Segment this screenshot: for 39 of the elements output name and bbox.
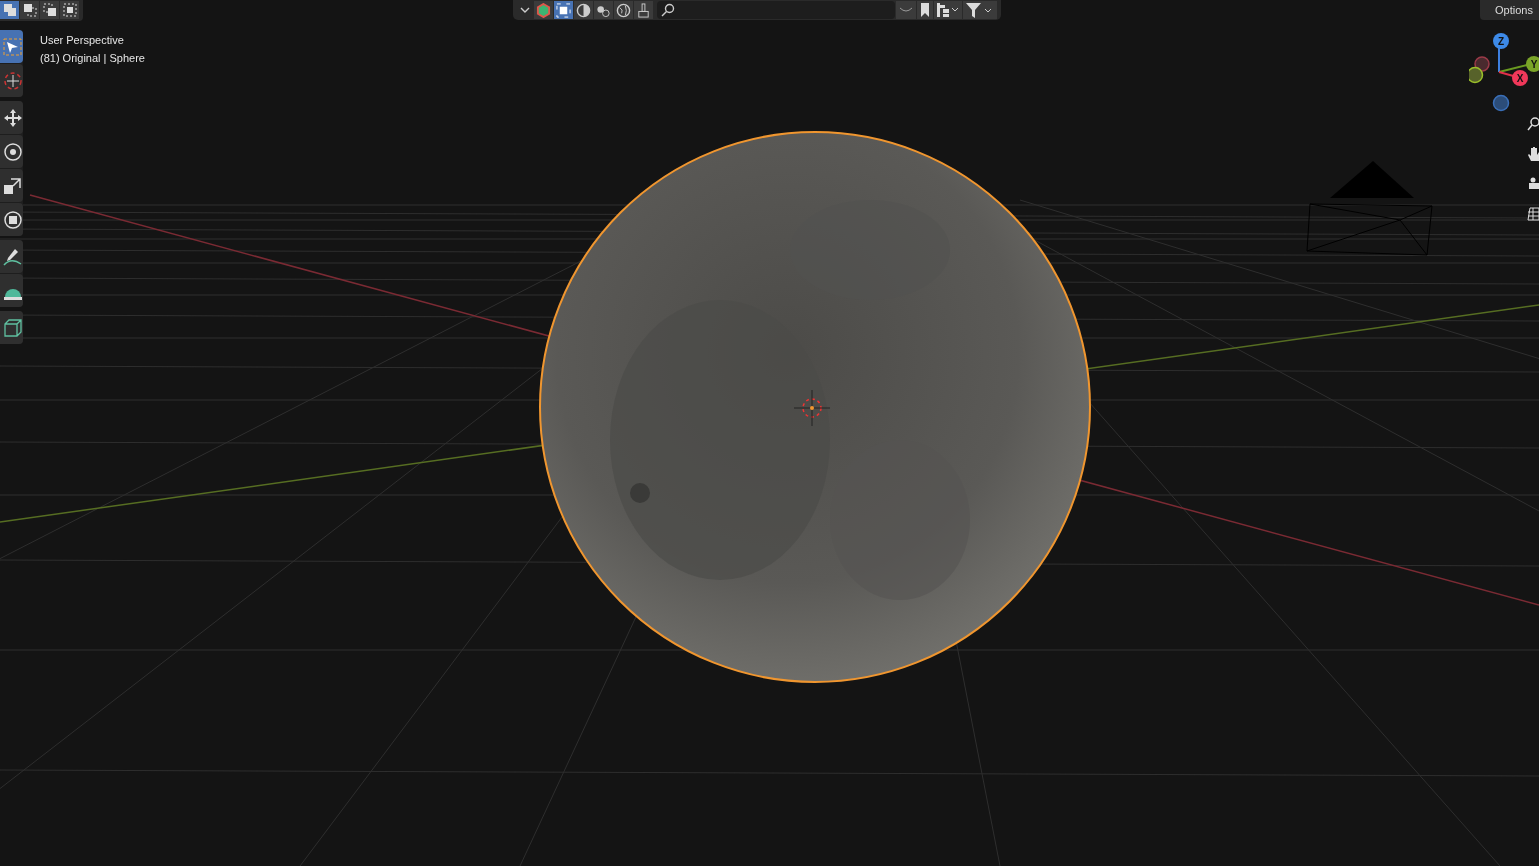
y-axis-line: [1498, 64, 1528, 73]
annotate-tool-icon[interactable]: [0, 240, 23, 273]
select-mode-button[interactable]: [0, 1, 19, 19]
options-button[interactable]: Options: [1480, 0, 1539, 20]
cursor-tool-icon[interactable]: [0, 64, 23, 97]
measure-tool-icon[interactable]: [0, 274, 23, 307]
negative-y-axis-icon[interactable]: [1469, 66, 1484, 84]
select-tool-icon[interactable]: [0, 30, 23, 63]
brush-toggle-icon[interactable]: [634, 1, 653, 19]
object-info: (81) Original | Sphere: [40, 51, 145, 66]
select-mode-button[interactable]: [20, 1, 39, 19]
search-field[interactable]: [657, 1, 895, 19]
move-tool-icon[interactable]: [0, 101, 23, 134]
origin-cursor-icon: [793, 389, 831, 427]
bookmark-icon[interactable]: [917, 1, 933, 19]
hierarchy-icon[interactable]: [934, 1, 962, 19]
solid-toggle-icon[interactable]: [574, 1, 593, 19]
x-axis-handle[interactable]: X: [1512, 70, 1528, 86]
selectable-toggle-icon[interactable]: [554, 1, 573, 19]
rotate-tool-icon[interactable]: [0, 135, 23, 168]
select-mode-button[interactable]: [40, 1, 59, 19]
zoom-icon[interactable]: [1527, 116, 1539, 132]
search-icon: [661, 3, 675, 17]
grid-icon[interactable]: [1527, 206, 1539, 222]
colors-toggle-icon[interactable]: [534, 1, 553, 19]
cube-tool-icon[interactable]: [0, 311, 23, 344]
material-toggle-icon[interactable]: [594, 1, 613, 19]
moon-sphere[interactable]: [539, 131, 1091, 683]
world-toggle-icon[interactable]: [614, 1, 633, 19]
select-mode-button[interactable]: [60, 1, 79, 19]
z-axis-handle[interactable]: Z: [1493, 33, 1509, 49]
filter-icon[interactable]: [963, 1, 997, 19]
hand-icon[interactable]: [1527, 146, 1539, 162]
y-axis-handle[interactable]: Y: [1526, 56, 1539, 72]
view-name: User Perspective: [40, 33, 125, 48]
negative-z-axis-icon[interactable]: [1492, 94, 1510, 112]
transform-tool-icon[interactable]: [0, 203, 23, 236]
camera-icon[interactable]: [1527, 176, 1539, 192]
scale-tool-icon[interactable]: [0, 169, 23, 202]
